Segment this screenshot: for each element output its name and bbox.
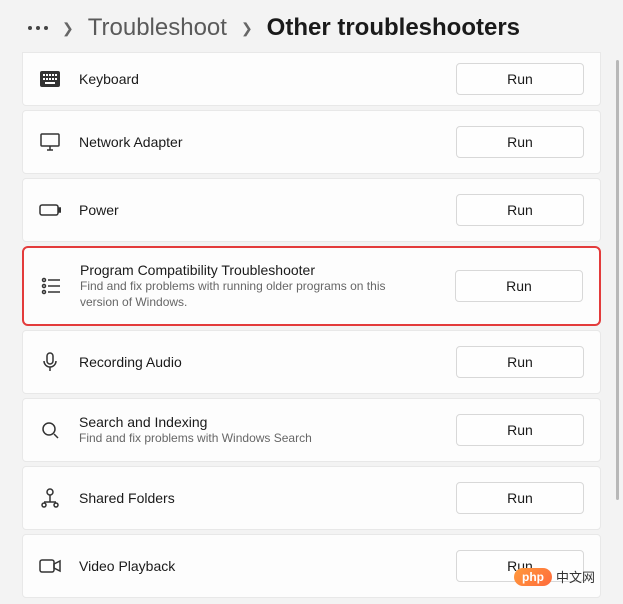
run-button[interactable]: Run bbox=[456, 194, 584, 226]
breadcrumb-current: Other troubleshooters bbox=[267, 14, 520, 42]
item-title: Search and Indexing bbox=[79, 414, 438, 430]
item-title: Video Playback bbox=[79, 558, 438, 574]
search-icon bbox=[39, 419, 61, 441]
item-text: Program Compatibility Troubleshooter Fin… bbox=[80, 262, 437, 310]
run-button[interactable]: Run bbox=[456, 346, 584, 378]
troubleshooter-item-keyboard[interactable]: Keyboard Run bbox=[22, 52, 601, 106]
item-title: Power bbox=[79, 202, 438, 218]
run-button[interactable]: Run bbox=[456, 482, 584, 514]
item-text: Search and Indexing Find and fix problem… bbox=[79, 414, 438, 447]
item-text: Shared Folders bbox=[79, 490, 438, 506]
item-title: Program Compatibility Troubleshooter bbox=[80, 262, 437, 278]
item-title: Network Adapter bbox=[79, 134, 438, 150]
scrollbar[interactable] bbox=[616, 60, 619, 500]
troubleshooter-item-search-indexing[interactable]: Search and Indexing Find and fix problem… bbox=[22, 398, 601, 462]
troubleshooter-item-network[interactable]: Network Adapter Run bbox=[22, 110, 601, 174]
breadcrumb-parent[interactable]: Troubleshoot bbox=[88, 14, 227, 42]
troubleshooter-item-power[interactable]: Power Run bbox=[22, 178, 601, 242]
run-button[interactable]: Run bbox=[455, 270, 583, 302]
more-icon[interactable] bbox=[28, 26, 48, 30]
troubleshooter-item-recording-audio[interactable]: Recording Audio Run bbox=[22, 330, 601, 394]
item-title: Recording Audio bbox=[79, 354, 438, 370]
item-text: Video Playback bbox=[79, 558, 438, 574]
item-text: Power bbox=[79, 202, 438, 218]
item-text: Network Adapter bbox=[79, 134, 438, 150]
breadcrumb: ❯ Troubleshoot ❯ Other troubleshooters bbox=[0, 0, 623, 52]
watermark: php 中文网 bbox=[514, 567, 595, 586]
troubleshooter-item-program-compatibility[interactable]: Program Compatibility Troubleshooter Fin… bbox=[22, 246, 601, 326]
chevron-right-icon: ❯ bbox=[241, 20, 253, 37]
item-title: Keyboard bbox=[79, 71, 438, 87]
video-icon bbox=[39, 555, 61, 577]
keyboard-icon bbox=[39, 68, 61, 90]
item-text: Recording Audio bbox=[79, 354, 438, 370]
watermark-badge: php bbox=[514, 568, 552, 586]
item-title: Shared Folders bbox=[79, 490, 438, 506]
shared-folder-icon bbox=[39, 487, 61, 509]
run-button[interactable]: Run bbox=[456, 414, 584, 446]
list-settings-icon bbox=[40, 275, 62, 297]
chevron-right-icon: ❯ bbox=[62, 20, 74, 37]
item-description: Find and fix problems with running older… bbox=[80, 279, 420, 310]
troubleshooter-list: Keyboard Run Network Adapter Run Power R… bbox=[0, 52, 623, 598]
run-button[interactable]: Run bbox=[456, 126, 584, 158]
battery-icon bbox=[39, 199, 61, 221]
watermark-text: 中文网 bbox=[556, 567, 595, 586]
monitor-icon bbox=[39, 131, 61, 153]
item-text: Keyboard bbox=[79, 71, 438, 87]
run-button[interactable]: Run bbox=[456, 63, 584, 95]
troubleshooter-item-shared-folders[interactable]: Shared Folders Run bbox=[22, 466, 601, 530]
item-description: Find and fix problems with Windows Searc… bbox=[79, 431, 419, 447]
microphone-icon bbox=[39, 351, 61, 373]
